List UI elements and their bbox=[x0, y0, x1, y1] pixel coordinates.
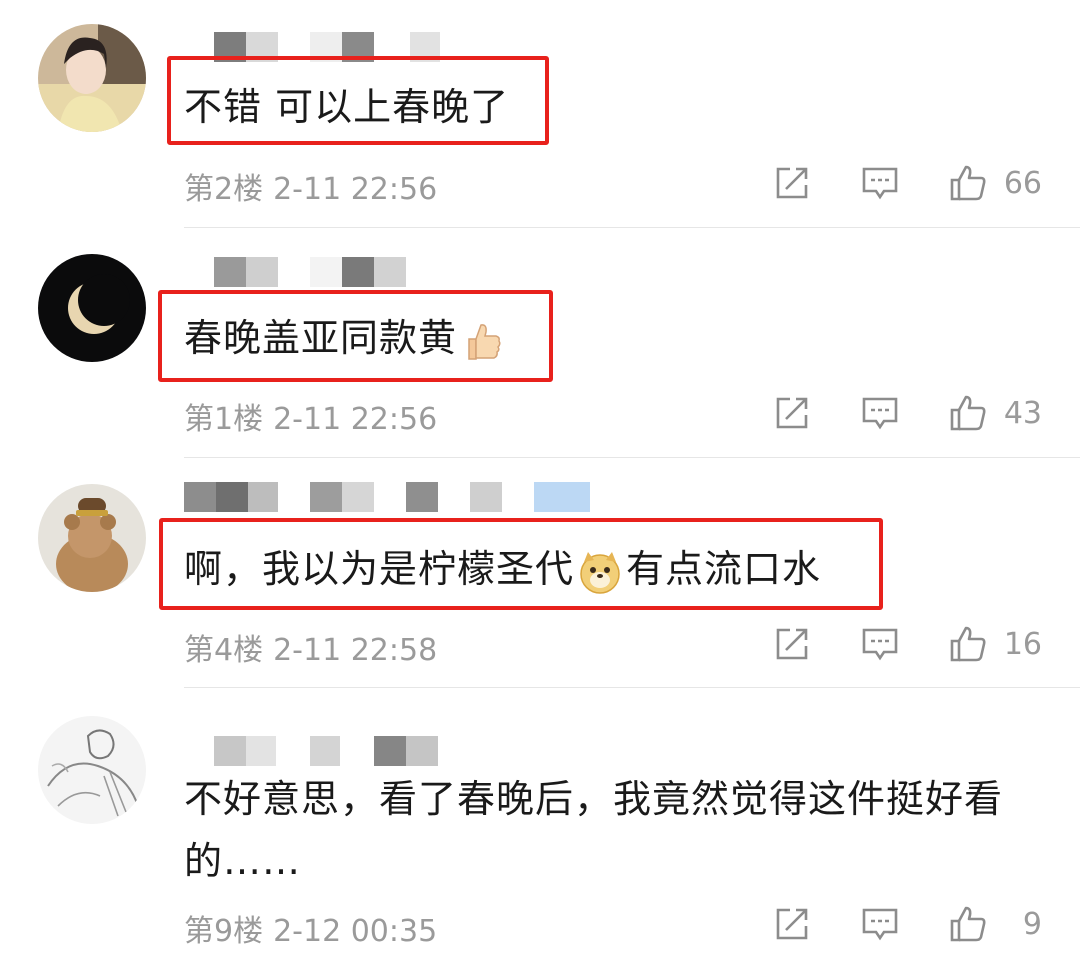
user-avatar[interactable] bbox=[38, 24, 146, 132]
comment-meta: 第2楼 2-11 22:56 bbox=[184, 164, 437, 208]
comment-item: 不好意思，看了春晚后，我竟然觉得这件挺好看的…… 第9楼 2-12 00:35 9 bbox=[0, 688, 1080, 957]
comment-text-before: 啊，我以为是柠檬圣代 bbox=[184, 547, 575, 591]
comment-meta: 第4楼 2-11 22:58 bbox=[184, 625, 437, 669]
crescent-moon-avatar-icon bbox=[38, 254, 146, 362]
floor-number: 第9楼 bbox=[184, 914, 264, 949]
thumbs-up-emoji-icon bbox=[461, 319, 505, 363]
share-icon[interactable] bbox=[772, 393, 812, 433]
comment-actions: 66 bbox=[772, 163, 1042, 203]
reply-comment-icon[interactable] bbox=[860, 904, 900, 944]
floor-number: 第2楼 bbox=[184, 172, 264, 207]
comment-actions: 16 bbox=[772, 624, 1042, 664]
comment-text: 不错 可以上春晚了 bbox=[184, 85, 510, 129]
floor-number: 第1楼 bbox=[184, 402, 264, 437]
user-avatar[interactable] bbox=[38, 254, 146, 362]
timestamp: 2-11 22:56 bbox=[273, 172, 438, 207]
thumbs-up-like-icon[interactable] bbox=[948, 624, 988, 664]
comment-text-content: 春晚盖亚同款黄 bbox=[184, 316, 458, 360]
like-count: 43 bbox=[1003, 395, 1042, 431]
comment-actions: 9 bbox=[772, 904, 1042, 944]
teddy-bear-avatar-icon bbox=[38, 484, 146, 592]
thumbs-up-like-icon[interactable] bbox=[948, 904, 988, 944]
reply-comment-icon[interactable] bbox=[860, 624, 900, 664]
reply-comment-icon[interactable] bbox=[860, 163, 900, 203]
timestamp: 2-11 22:56 bbox=[273, 402, 438, 437]
share-icon[interactable] bbox=[772, 904, 812, 944]
comment-item: 春晚盖亚同款黄 第1楼 2-11 22:56 43 bbox=[0, 228, 1080, 457]
comment-item: 啊，我以为是柠檬圣代 有点流口水 第4楼 2-11 22:58 16 bbox=[0, 458, 1080, 687]
timestamp: 2-12 00:35 bbox=[273, 914, 438, 949]
comment-text: 不好意思，看了春晚后，我竟然觉得这件挺好看的…… bbox=[184, 777, 1004, 883]
comment-text-after: 有点流口水 bbox=[626, 547, 822, 591]
comment-actions: 43 bbox=[772, 393, 1042, 433]
like-count: 9 bbox=[1022, 906, 1042, 942]
doge-emoji-icon bbox=[578, 550, 622, 594]
share-icon[interactable] bbox=[772, 624, 812, 664]
share-icon[interactable] bbox=[772, 163, 812, 203]
floor-number: 第4楼 bbox=[184, 633, 264, 668]
comment-meta: 第9楼 2-12 00:35 bbox=[184, 906, 437, 950]
comment-text: 春晚盖亚同款黄 bbox=[184, 307, 509, 369]
thumbs-up-like-icon[interactable] bbox=[948, 163, 988, 203]
sketch-drawing-avatar-icon bbox=[38, 716, 146, 824]
comment-text: 啊，我以为是柠檬圣代 有点流口水 bbox=[184, 538, 821, 600]
timestamp: 2-11 22:58 bbox=[273, 633, 438, 668]
like-count: 16 bbox=[1003, 626, 1042, 662]
user-avatar[interactable] bbox=[38, 716, 146, 824]
woman-portrait-avatar-icon bbox=[38, 24, 146, 132]
reply-comment-icon[interactable] bbox=[860, 393, 900, 433]
like-count: 66 bbox=[1003, 165, 1042, 201]
comment-meta: 第1楼 2-11 22:56 bbox=[184, 394, 437, 438]
thumbs-up-like-icon[interactable] bbox=[948, 393, 988, 433]
comment-item: 不错 可以上春晚了 第2楼 2-11 22:56 66 bbox=[0, 0, 1080, 227]
user-avatar[interactable] bbox=[38, 484, 146, 592]
